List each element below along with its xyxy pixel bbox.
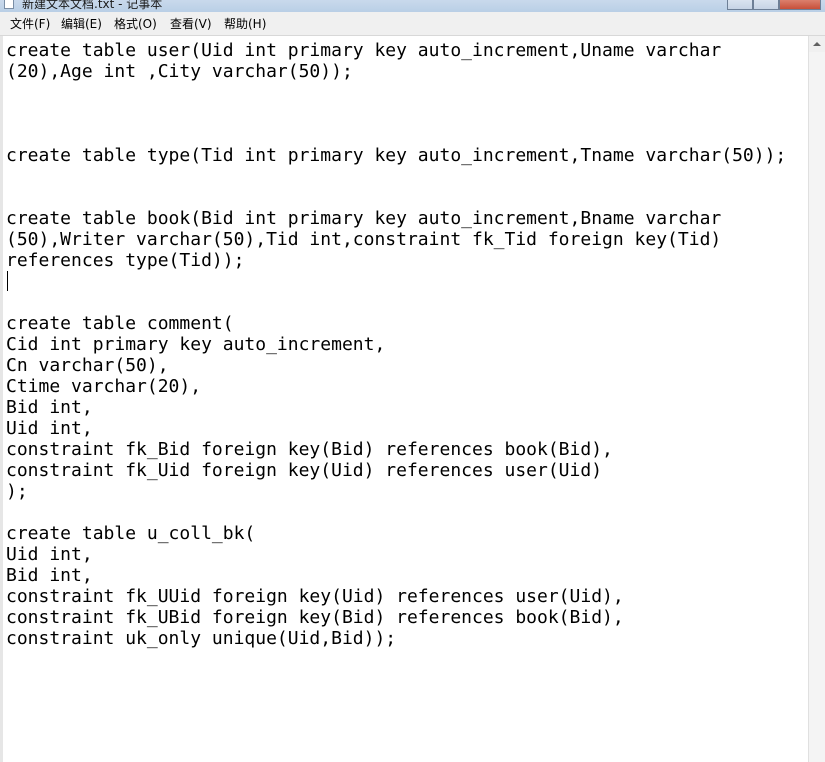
- scroll-up-button[interactable]: [809, 36, 825, 52]
- menu-file[interactable]: 文件(F): [10, 17, 50, 31]
- editor-content[interactable]: create table user(Uid int primary key au…: [6, 40, 786, 649]
- text-editor[interactable]: create table user(Uid int primary key au…: [0, 36, 808, 762]
- minimize-button[interactable]: [727, 0, 753, 10]
- menu-help[interactable]: 帮助(H): [224, 17, 266, 31]
- maximize-button[interactable]: [753, 0, 779, 10]
- arrow-up-icon: [813, 42, 821, 46]
- text-caret: [7, 271, 8, 291]
- menu-view[interactable]: 查看(V): [170, 17, 212, 31]
- menu-edit[interactable]: 编辑(E): [61, 17, 102, 31]
- vertical-scrollbar[interactable]: [808, 36, 825, 762]
- menu-format[interactable]: 格式(O): [114, 17, 157, 31]
- title-bar[interactable]: 新建文本文档.txt - 记事本: [0, 0, 825, 12]
- window-controls: [727, 0, 821, 12]
- menu-bar: 文件(F) 编辑(E) 格式(O) 查看(V) 帮助(H): [0, 12, 825, 36]
- window-title: 新建文本文档.txt - 记事本: [22, 0, 163, 11]
- notepad-icon: [4, 0, 14, 9]
- close-button[interactable]: [779, 0, 821, 10]
